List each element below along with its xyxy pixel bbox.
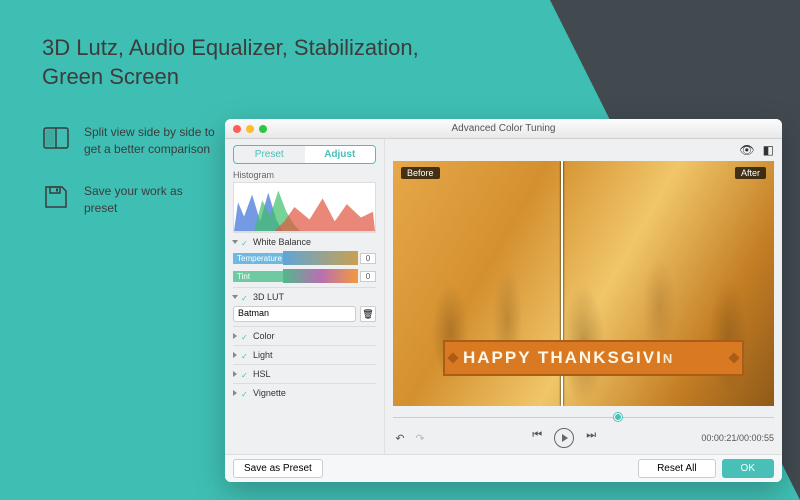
timecode: 00:00:21/00:00:55	[701, 433, 774, 443]
chevron-right-icon	[233, 352, 237, 358]
eye-icon[interactable]: 👁	[739, 143, 754, 157]
chevron-down-icon	[232, 295, 238, 299]
chevron-right-icon	[233, 333, 237, 339]
group-hsl[interactable]: HSL	[233, 369, 376, 379]
slider-track[interactable]	[283, 251, 358, 265]
feature-text: Save your work as preset	[84, 183, 219, 218]
compare-icon[interactable]: ◧	[763, 143, 774, 157]
play-icon	[562, 434, 568, 442]
save-preset-icon	[42, 183, 70, 211]
slider-value[interactable]: 0	[360, 253, 376, 264]
marketing-headline: 3D Lutz, Audio Equalizer, Stabilization,…	[42, 34, 462, 91]
video-title-banner: HAPPY THANKSGIVIN	[443, 340, 744, 376]
titlebar: Advanced Color Tuning	[225, 119, 782, 139]
before-badge: Before	[401, 167, 440, 179]
maximize-icon[interactable]	[259, 125, 267, 133]
group-label: Light	[253, 350, 273, 360]
preview-viewport: Before After HAPPY THANKSGIVIN	[393, 161, 774, 406]
tab-adjust[interactable]: Adjust	[305, 146, 376, 163]
play-button[interactable]	[554, 428, 574, 448]
color-tuning-window: Advanced Color Tuning Preset Adjust Hist…	[225, 119, 782, 482]
slider-value[interactable]: 0	[360, 271, 376, 282]
checkmark-icon[interactable]	[241, 293, 249, 301]
chevron-right-icon	[233, 390, 237, 396]
chevron-down-icon	[232, 240, 238, 244]
temperature-slider[interactable]: Temperature 0	[233, 251, 376, 265]
group-vignette[interactable]: Vignette	[233, 388, 376, 398]
slider-label: Tint	[233, 271, 283, 282]
window-title: Advanced Color Tuning	[225, 123, 782, 134]
slider-track[interactable]	[283, 269, 358, 283]
lut-select[interactable]: Batman	[233, 306, 356, 322]
reset-all-button[interactable]: Reset All	[638, 459, 715, 478]
playhead[interactable]	[614, 413, 622, 421]
histogram-label: Histogram	[233, 170, 376, 180]
feature-text: Split view side by side to get a better …	[84, 124, 219, 159]
feature-save-preset: Save your work as preset	[42, 183, 219, 218]
group-color[interactable]: Color	[233, 331, 376, 341]
group-label: Vignette	[253, 388, 286, 398]
banner-text: HAPPY THANKSGIVIN	[463, 348, 674, 368]
after-badge: After	[735, 167, 766, 179]
checkmark-icon[interactable]	[241, 351, 249, 359]
histogram	[233, 182, 376, 232]
tint-slider[interactable]: Tint 0	[233, 269, 376, 283]
group-white-balance[interactable]: White Balance	[233, 237, 376, 247]
checkmark-icon[interactable]	[241, 389, 249, 397]
group-label: 3D LUT	[253, 292, 284, 302]
feature-split-view: Split view side by side to get a better …	[42, 124, 219, 159]
slider-label: Temperature	[233, 253, 283, 264]
checkmark-icon[interactable]	[241, 238, 249, 246]
tab-preset[interactable]: Preset	[234, 146, 305, 163]
checkmark-icon[interactable]	[241, 332, 249, 340]
ok-button[interactable]: OK	[722, 459, 774, 478]
prev-frame-icon[interactable]: ⏮	[530, 428, 544, 442]
group-3d-lut[interactable]: 3D LUT	[233, 292, 376, 302]
minimize-icon[interactable]	[246, 125, 254, 133]
next-frame-icon[interactable]: ⏭	[584, 428, 598, 442]
adjust-sidebar: Preset Adjust Histogram White Balance	[225, 139, 385, 454]
group-label: HSL	[253, 369, 271, 379]
group-label: Color	[253, 331, 275, 341]
close-icon[interactable]	[233, 125, 241, 133]
save-preset-button[interactable]: Save as Preset	[233, 459, 323, 478]
timeline[interactable]	[393, 410, 774, 424]
tab-switch: Preset Adjust	[233, 145, 376, 164]
checkmark-icon[interactable]	[241, 370, 249, 378]
split-view-icon	[42, 124, 70, 152]
chevron-right-icon	[233, 371, 237, 377]
group-light[interactable]: Light	[233, 350, 376, 360]
trash-icon[interactable]: 🗑	[360, 306, 376, 322]
group-label: White Balance	[253, 237, 311, 247]
undo-icon[interactable]: ↶	[393, 431, 407, 445]
redo-icon[interactable]: ↷	[413, 431, 427, 445]
